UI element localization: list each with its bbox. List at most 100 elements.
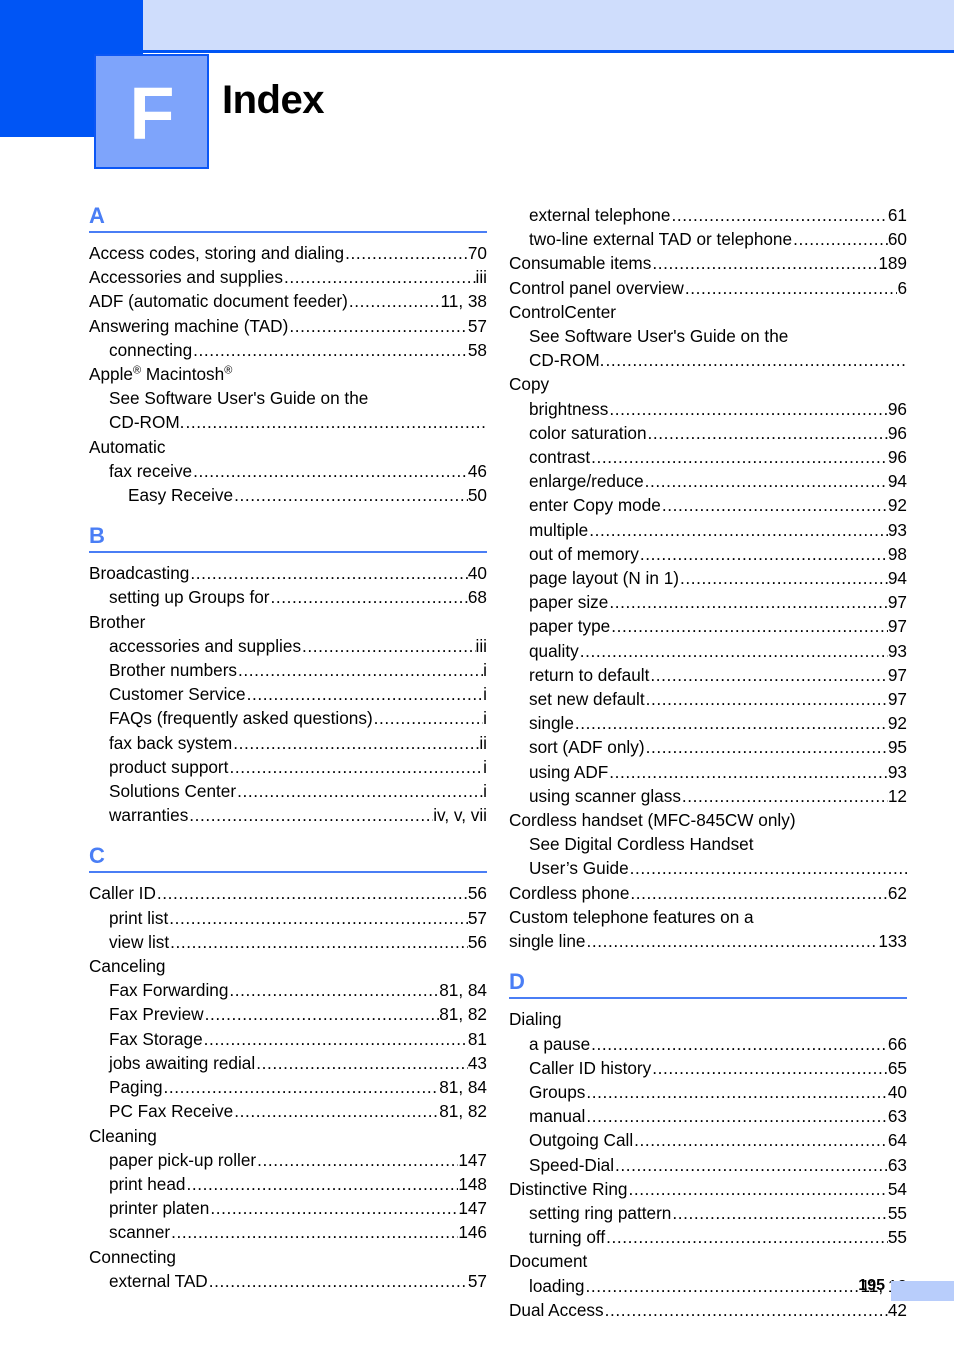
index-entry: See Digital Cordless Handset............… [509, 832, 907, 856]
index-entry-page: 62 [887, 882, 907, 903]
index-entry-leader: ........................................… [684, 277, 898, 298]
index-entry-leader: ........................................… [345, 243, 468, 263]
section-rule [509, 997, 907, 1000]
index-entry-page: i [483, 756, 487, 777]
index-entry: fax back system.........................… [89, 731, 487, 755]
index-entry-leader: ........................................… [229, 980, 440, 1001]
index-entry: Control panel overview..................… [509, 276, 907, 300]
index-entry-label: PC Fax Receive [109, 1101, 234, 1122]
index-entry-label: setting ring pattern [529, 1202, 672, 1223]
index-entry-label: external TAD [109, 1270, 208, 1291]
index-entry: external TAD............................… [89, 1269, 487, 1293]
index-entry-label: Caller ID [89, 883, 156, 904]
index-entry: paper pick-up roller....................… [89, 1148, 487, 1172]
index-entry: Easy Receive............................… [89, 483, 487, 507]
index-entry-label: product support [109, 756, 229, 777]
index-entry-page: 148 [458, 1173, 487, 1194]
index-entry-leader: ........................................… [257, 1149, 458, 1170]
index-entry-page: 92 [887, 713, 907, 734]
index-entry-page: 63 [887, 1106, 907, 1127]
index-entry: enter Copy mode.........................… [509, 493, 907, 517]
index-entry-leader: ........................................… [234, 485, 468, 506]
index-entry-page: 40 [467, 563, 487, 584]
index-entry-leader: ........................................… [586, 1106, 888, 1127]
index-entry: external telephone......................… [509, 203, 907, 227]
index-section: A Access codes, storing and dialing......… [89, 203, 487, 507]
index-entry-page: 56 [467, 931, 487, 952]
index-entry-label: Brother [89, 611, 146, 632]
index-entry: See Software User's Guide on the........… [89, 386, 487, 410]
index-entry-leader: ........................................… [681, 785, 888, 806]
index-entry: quality.................................… [509, 639, 907, 663]
index-entry: Brother.................................… [89, 610, 487, 634]
index-entry-leader: ........................................… [591, 1033, 888, 1054]
index-entry-page: 96 [887, 398, 907, 419]
index-entry-label: warranties [109, 805, 189, 826]
index-entry-leader: ........................................… [605, 350, 907, 371]
index-entry: return to default.......................… [509, 663, 907, 687]
index-entry-label: two-line external TAD or telephone [529, 229, 793, 250]
index-entry-page: iv, v, vii [433, 805, 487, 826]
index-entry-label: Fax Preview [109, 1004, 204, 1025]
index-entry-label: paper type [529, 616, 611, 637]
page-number: 195 [858, 1277, 885, 1294]
index-entry-page: i [483, 781, 487, 802]
index-entry-label: fax receive [109, 460, 193, 481]
index-entry-page: i [483, 684, 487, 705]
index-entry-leader: ........................................… [647, 422, 888, 443]
index-entry-page: 60 [887, 229, 907, 250]
index-entry-label: enter Copy mode [529, 495, 661, 516]
index-entry-leader: ........................................… [589, 519, 888, 540]
index-entry-leader: ........................................… [609, 398, 888, 419]
index-entry: Apple® Macintosh®.......................… [89, 362, 487, 386]
index-entry-page: 6 [897, 277, 907, 298]
index-entry-page: 57 [467, 907, 487, 928]
index-entry-page: 12 [887, 785, 907, 806]
index-entry: User’s Guide............................… [509, 856, 907, 880]
index-section: external telephone......................… [509, 203, 907, 953]
index-entry: turning off.............................… [509, 1225, 907, 1249]
index-entry-label: print list [109, 907, 169, 928]
index-entry-label: Cleaning [89, 1125, 157, 1146]
index-entry-leader: ........................................… [190, 563, 468, 584]
index-entry-leader: ........................................… [606, 1227, 888, 1248]
index-entry: Broadcasting............................… [89, 561, 487, 585]
index-entry: setting up Groups for...................… [89, 585, 487, 609]
index-entry-label: single line [509, 931, 586, 952]
index-entry: paper size..............................… [509, 590, 907, 614]
index-entry: color saturation........................… [509, 421, 907, 445]
index-entry: print head..............................… [89, 1172, 487, 1196]
index-entry: Cleaning................................… [89, 1124, 487, 1148]
index-entry-leader: ........................................… [233, 732, 480, 753]
index-entry: Copy....................................… [509, 372, 907, 396]
index-entry-page: 94 [887, 471, 907, 492]
index-entry: Caller ID history.......................… [509, 1056, 907, 1080]
index-entry: Customer Service........................… [89, 682, 487, 706]
section-letter: C [89, 843, 105, 869]
index-entry-page: 57 [467, 1270, 487, 1291]
index-entry-leader: ........................................… [661, 495, 888, 516]
index-entry-leader: ........................................… [229, 756, 484, 777]
index-section: C Caller ID..............................… [89, 843, 487, 1292]
index-entry-label: FAQs (frequently asked questions) [109, 708, 373, 729]
index-entry-label: loading [529, 1275, 585, 1296]
index-entry-label: Document [509, 1251, 588, 1272]
index-entry: product support.........................… [89, 755, 487, 779]
index-entry-leader: ........................................… [652, 253, 879, 274]
index-entry-leader: ........................................… [204, 1004, 440, 1025]
index-entry-page: 63 [887, 1154, 907, 1175]
index-entry-leader: ........................................… [628, 1178, 888, 1199]
index-entry-label: Brother numbers [109, 660, 238, 681]
index-entry-page: 81, 82 [439, 1101, 487, 1122]
index-entry-label: paper size [529, 592, 609, 613]
index-entry: scanner.................................… [89, 1220, 487, 1244]
index-entry-page: 94 [887, 568, 907, 589]
index-entry: CD-ROM..................................… [509, 348, 907, 372]
index-entry-label: jobs awaiting redial [109, 1052, 256, 1073]
section-rule [89, 871, 487, 874]
index-entry-leader: ........................................… [348, 291, 441, 312]
index-entry-leader: ........................................… [630, 882, 888, 903]
index-entry-page: 97 [887, 664, 907, 685]
index-entry: warranties..............................… [89, 803, 487, 827]
index-entry-label: fax back system [109, 732, 233, 753]
